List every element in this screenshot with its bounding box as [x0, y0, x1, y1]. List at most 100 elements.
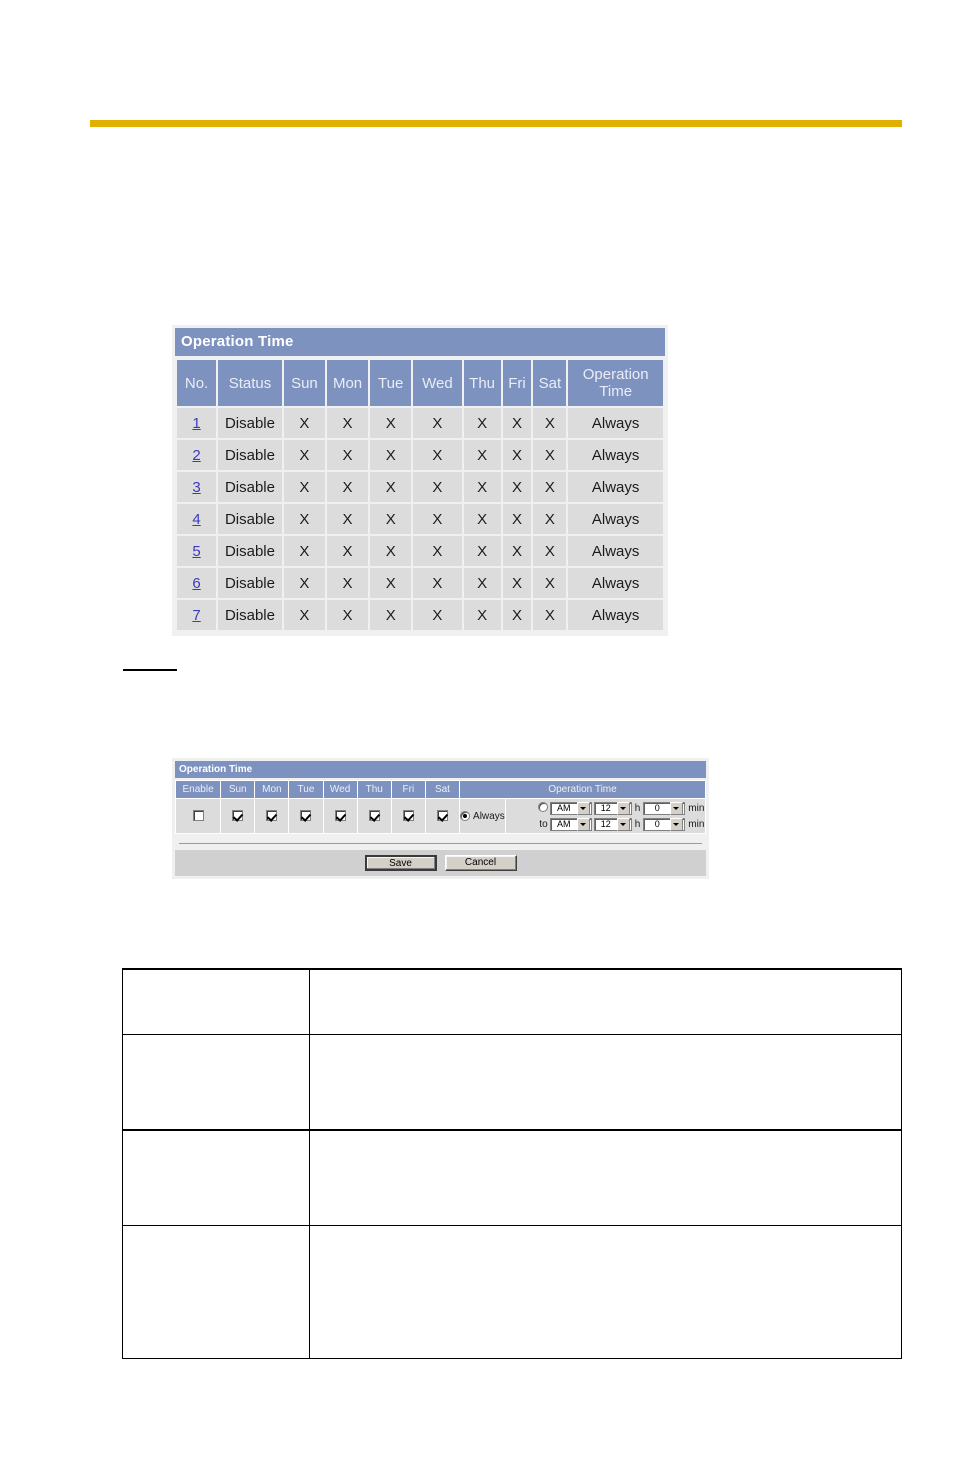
table-row: 5 Disable X X X X X X X Always — [177, 536, 663, 566]
description-term — [122, 968, 310, 1035]
always-label: Always — [473, 810, 505, 822]
description-term — [122, 1225, 310, 1359]
tue-cell[interactable] — [288, 798, 324, 834]
row-status: Disable — [218, 536, 282, 566]
end-hour-select[interactable]: 12 — [593, 817, 632, 831]
range-radio-holder[interactable] — [532, 801, 548, 815]
row-thu: X — [463, 600, 501, 630]
row-no-link-cell[interactable]: 7 — [177, 600, 217, 630]
operation-time-edit-panel: Operation Time Enable Sun Mon Tue Wed Th… — [172, 758, 709, 879]
start-hour-select[interactable]: 12 — [593, 801, 632, 815]
sun-checkbox[interactable] — [232, 810, 244, 822]
table-row: 6 Disable X X X X X X X Always — [177, 568, 663, 598]
section-underline-mark — [123, 669, 177, 671]
row-sun: X — [283, 472, 325, 502]
row-no-link-cell[interactable]: 2 — [177, 440, 217, 470]
row-tue: X — [370, 440, 412, 470]
fri-cell[interactable] — [390, 798, 426, 834]
row-operation-time: Always — [568, 504, 663, 534]
wed-checkbox[interactable] — [334, 810, 346, 822]
edit-column-header-wed: Wed — [322, 780, 358, 799]
fri-checkbox[interactable] — [402, 810, 414, 822]
form-footer: Save Cancel — [175, 850, 706, 876]
row-no-link[interactable]: 4 — [192, 511, 200, 528]
row-operation-time: Always — [568, 536, 663, 566]
edit-header-row: Enable Sun Mon Tue Wed Thu Fri Sat Opera… — [174, 780, 706, 799]
thu-cell[interactable] — [356, 798, 392, 834]
start-minute-unit: min — [688, 802, 705, 814]
row-sun: X — [283, 440, 325, 470]
row-tue: X — [370, 504, 412, 534]
row-fri: X — [502, 568, 532, 598]
row-wed: X — [413, 536, 462, 566]
row-no-link[interactable]: 2 — [192, 447, 200, 464]
column-header-sun: Sun — [283, 360, 325, 406]
start-minute-select[interactable]: 0 — [643, 801, 686, 815]
end-ampm-select[interactable]: AM — [549, 817, 592, 831]
wed-cell[interactable] — [322, 798, 358, 834]
row-mon: X — [326, 408, 369, 438]
description-detail — [309, 1129, 902, 1226]
column-header-tue: Tue — [370, 360, 412, 406]
start-ampm-select[interactable]: AM — [549, 801, 592, 815]
row-no-link[interactable]: 1 — [192, 415, 200, 432]
chevron-down-icon[interactable] — [670, 801, 684, 815]
row-status: Disable — [218, 568, 282, 598]
row-no-link-cell[interactable]: 5 — [177, 536, 217, 566]
description-term — [122, 1034, 310, 1131]
chevron-down-icon[interactable] — [670, 817, 684, 831]
row-sun: X — [283, 536, 325, 566]
end-minute-select[interactable]: 0 — [643, 817, 686, 831]
chevron-down-icon[interactable] — [576, 817, 590, 831]
always-option[interactable]: Always — [460, 799, 506, 833]
time-range-radio[interactable] — [537, 801, 548, 812]
row-no-link-cell[interactable]: 4 — [177, 504, 217, 534]
row-fri: X — [502, 472, 532, 502]
mon-cell[interactable] — [254, 798, 290, 834]
time-range-end-row: to AM 12 h 0 min — [532, 817, 706, 831]
sat-cell[interactable] — [424, 798, 461, 834]
operation-time-edit-title: Operation Time — [175, 761, 706, 778]
column-header-sat: Sat — [533, 360, 567, 406]
row-no-link[interactable]: 7 — [192, 607, 200, 624]
row-no-link[interactable]: 6 — [192, 575, 200, 592]
chevron-down-icon[interactable] — [616, 817, 630, 831]
row-sun: X — [283, 600, 325, 630]
row-status: Disable — [218, 600, 282, 630]
row-no-link-cell[interactable]: 6 — [177, 568, 217, 598]
cancel-button[interactable]: Cancel — [444, 855, 517, 871]
row-operation-time: Always — [568, 600, 663, 630]
row-tue: X — [370, 408, 412, 438]
row-sun: X — [283, 408, 325, 438]
row-sun: X — [283, 568, 325, 598]
operation-time-list-table: No. Status Sun Mon Tue Wed Thu Fri Sat O… — [175, 358, 665, 632]
time-range-start-row: AM 12 h 0 min — [532, 801, 706, 815]
page-accent-rule — [90, 120, 902, 127]
thu-checkbox[interactable] — [368, 810, 380, 822]
row-wed: X — [413, 440, 462, 470]
row-sat: X — [533, 440, 567, 470]
row-no-link-cell[interactable]: 1 — [177, 408, 217, 438]
row-thu: X — [463, 408, 501, 438]
row-mon: X — [326, 440, 369, 470]
edit-value-row: Always AM 12 h 0 min to AM 12 h 0 min — [174, 798, 706, 834]
enable-checkbox[interactable] — [192, 810, 204, 822]
enable-cell[interactable] — [174, 798, 222, 834]
sat-checkbox[interactable] — [436, 810, 448, 822]
sun-cell[interactable] — [220, 798, 256, 834]
row-fri: X — [502, 408, 532, 438]
chevron-down-icon[interactable] — [576, 801, 590, 815]
tue-checkbox[interactable] — [300, 810, 312, 822]
row-fri: X — [502, 504, 532, 534]
save-button[interactable]: Save — [364, 855, 437, 871]
mon-checkbox[interactable] — [266, 810, 278, 822]
edit-column-header-tue: Tue — [288, 780, 324, 799]
row-operation-time: Always — [568, 408, 663, 438]
always-radio[interactable] — [460, 811, 471, 821]
start-hour-value: 12 — [600, 803, 611, 813]
row-no-link[interactable]: 5 — [192, 543, 200, 560]
row-no-link[interactable]: 3 — [192, 479, 200, 496]
row-no-link-cell[interactable]: 3 — [177, 472, 217, 502]
chevron-down-icon[interactable] — [616, 801, 630, 815]
operation-time-list-panel: Operation Time No. Status Sun Mon Tue We… — [172, 325, 668, 636]
